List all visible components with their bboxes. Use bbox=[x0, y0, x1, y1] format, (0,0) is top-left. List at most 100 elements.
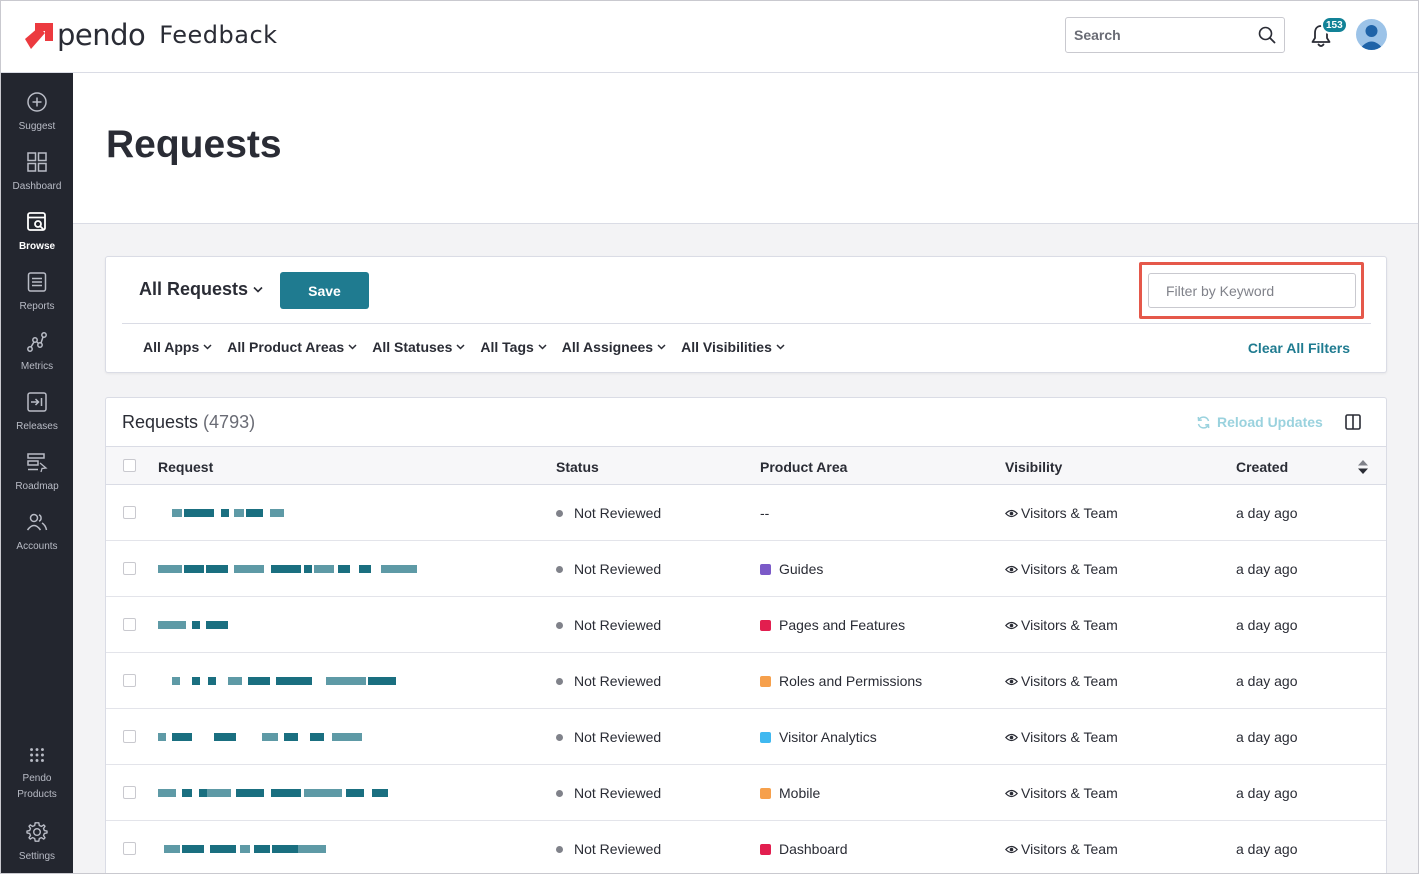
redaction-block bbox=[254, 845, 270, 853]
keyword-filter[interactable] bbox=[1148, 273, 1356, 308]
column-header-visibility[interactable]: Visibility bbox=[1005, 459, 1062, 475]
column-header-product-area[interactable]: Product Area bbox=[760, 459, 847, 475]
request-title-redacted[interactable] bbox=[106, 845, 426, 853]
redaction-block bbox=[346, 789, 364, 797]
request-title-redacted[interactable] bbox=[106, 565, 426, 573]
sidebar-item-reports[interactable]: Reports bbox=[1, 265, 73, 325]
keyword-filter-input[interactable] bbox=[1166, 282, 1347, 299]
status-text: Not Reviewed bbox=[574, 505, 662, 521]
clear-all-filters-link[interactable]: Clear All Filters bbox=[1248, 340, 1350, 356]
columns-icon[interactable] bbox=[1344, 413, 1362, 431]
filter-visibilities[interactable]: All Visibilities bbox=[681, 339, 785, 355]
table-row[interactable]: Not Reviewed Guides Visitors & Team a day a… bbox=[106, 541, 1386, 597]
filter-statuses[interactable]: All Statuses bbox=[372, 339, 465, 355]
sidebar-item-browse[interactable]: Browse bbox=[1, 205, 73, 265]
browse-icon bbox=[27, 212, 46, 231]
metrics-icon bbox=[27, 332, 47, 352]
table-row[interactable]: Not Reviewed Pages and Features Visitors &… bbox=[106, 597, 1386, 653]
redaction-block bbox=[326, 677, 366, 685]
redaction-block bbox=[368, 677, 396, 685]
table-row[interactable]: Not Reviewed Roles and Permissions Visitor… bbox=[106, 653, 1386, 709]
product-area-text: Roles and Permissions bbox=[779, 673, 923, 689]
request-title-redacted[interactable] bbox=[106, 733, 426, 741]
status-text: Not Reviewed bbox=[574, 785, 662, 801]
request-title-redacted[interactable] bbox=[106, 621, 426, 629]
created-cell: a day ago bbox=[1236, 505, 1298, 521]
sort-icon[interactable] bbox=[1356, 458, 1370, 476]
avatar[interactable] bbox=[1356, 19, 1387, 50]
notification-badge[interactable]: 153 bbox=[1321, 16, 1348, 34]
chevron-down-icon bbox=[348, 344, 357, 350]
product-area-color bbox=[760, 787, 771, 799]
requests-table-card: Requests (4793) Reload Updates Request St… bbox=[105, 397, 1387, 873]
sidebar-item-label: Accounts bbox=[16, 541, 58, 552]
redaction-block bbox=[304, 565, 312, 573]
filter-product-areas[interactable]: All Product Areas bbox=[227, 339, 357, 355]
created-cell: a day ago bbox=[1236, 617, 1298, 633]
sidebar-item-releases[interactable]: Releases bbox=[1, 385, 73, 445]
column-header-created[interactable]: Created bbox=[1236, 459, 1288, 475]
filter-bar: All Apps All Product Areas All Statuses … bbox=[143, 339, 785, 355]
chevron-down-icon bbox=[776, 344, 785, 350]
search-icon[interactable] bbox=[1258, 26, 1276, 44]
request-title-redacted[interactable] bbox=[106, 789, 426, 797]
filter-assignees[interactable]: All Assignees bbox=[562, 339, 666, 355]
sidebar-item-metrics[interactable]: Metrics bbox=[1, 325, 73, 385]
request-count: (4793) bbox=[203, 412, 256, 432]
table-row[interactable]: Not Reviewed Visitor Analytics Visitors & … bbox=[106, 709, 1386, 765]
status-cell: Not Reviewed bbox=[556, 841, 661, 857]
releases-icon bbox=[27, 392, 47, 412]
status-cell: Not Reviewed bbox=[556, 505, 661, 521]
visibility-text: Visitors & Team bbox=[1021, 617, 1118, 633]
sidebar-item-dashboard[interactable]: Dashboard bbox=[1, 145, 73, 205]
sidebar-item-suggest[interactable]: Suggest bbox=[1, 85, 73, 145]
visibility-cell: Visitors & Team bbox=[1005, 785, 1118, 801]
pendo-logo[interactable]: pendo Feedback bbox=[25, 19, 278, 51]
request-title-redacted[interactable] bbox=[106, 509, 426, 517]
save-button[interactable]: Save bbox=[280, 272, 369, 309]
redaction-block bbox=[192, 677, 200, 685]
sidebar-item-label: Pendo Products bbox=[17, 771, 56, 803]
page-header: Requests bbox=[73, 73, 1418, 224]
eye-icon bbox=[1005, 733, 1018, 741]
status-text: Not Reviewed bbox=[574, 617, 662, 633]
redaction-block bbox=[184, 509, 214, 517]
sidebar-item-roadmap[interactable]: Roadmap bbox=[1, 445, 73, 505]
column-header-status[interactable]: Status bbox=[556, 459, 599, 475]
saved-view-dropdown[interactable]: All Requests bbox=[139, 279, 263, 300]
request-title-redacted[interactable] bbox=[106, 677, 426, 685]
chevron-down-icon bbox=[253, 286, 263, 293]
visibility-cell: Visitors & Team bbox=[1005, 841, 1118, 857]
roadmap-icon bbox=[27, 453, 48, 473]
filter-apps[interactable]: All Apps bbox=[143, 339, 212, 355]
sidebar-item-settings[interactable]: Settings bbox=[1, 815, 73, 873]
table-row[interactable]: Not Reviewed Mobile Visitors & Team a day a… bbox=[106, 765, 1386, 821]
reload-updates-button[interactable]: Reload Updates bbox=[1196, 414, 1323, 430]
table-row[interactable]: Not Reviewed Dashboard Visitors & Team a da… bbox=[106, 821, 1386, 873]
created-cell: a day ago bbox=[1236, 673, 1298, 689]
global-search-input[interactable] bbox=[1074, 27, 1258, 43]
redaction-block bbox=[272, 845, 298, 853]
column-header-request[interactable]: Request bbox=[158, 459, 213, 475]
filter-tags[interactable]: All Tags bbox=[480, 339, 547, 355]
redaction-block bbox=[192, 621, 200, 629]
select-all-checkbox[interactable] bbox=[123, 459, 136, 472]
status-cell: Not Reviewed bbox=[556, 617, 661, 633]
sidebar-item-accounts[interactable]: Accounts bbox=[1, 505, 73, 565]
global-search[interactable] bbox=[1065, 17, 1285, 53]
product-area-text: Dashboard bbox=[779, 841, 848, 857]
app-window: pendo Feedback 153 Suggest bbox=[0, 0, 1419, 874]
sidebar-item-pendo-products[interactable]: Pendo Products bbox=[1, 739, 73, 803]
sidebar-item-label-line1: Pendo bbox=[22, 773, 52, 784]
redaction-block bbox=[271, 789, 301, 797]
page-title: Requests bbox=[106, 123, 282, 166]
product-area-cell: Visitor Analytics bbox=[760, 729, 877, 745]
top-bar: pendo Feedback 153 bbox=[1, 1, 1418, 73]
table-row[interactable]: Not Reviewed -- Visitors & Team a day ago bbox=[106, 485, 1386, 541]
filter-label: All Apps bbox=[143, 339, 200, 355]
divider bbox=[122, 323, 1371, 324]
product-area-color bbox=[760, 731, 771, 743]
reload-updates-label: Reload Updates bbox=[1217, 414, 1323, 430]
sidebar-item-label: Dashboard bbox=[12, 181, 62, 192]
redaction-block bbox=[359, 565, 371, 573]
